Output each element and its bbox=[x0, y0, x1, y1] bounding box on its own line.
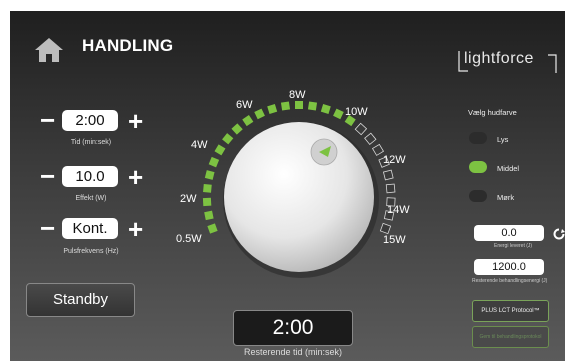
remaining-time-display: 2:00 bbox=[233, 310, 353, 346]
power-segment bbox=[333, 108, 344, 120]
power-segment bbox=[254, 108, 265, 120]
energy-remaining-value: 1200.0 bbox=[474, 259, 544, 275]
power-segment bbox=[204, 170, 215, 180]
power-segment bbox=[307, 101, 318, 111]
skin-color-title: Vælg hudfarve bbox=[468, 108, 517, 117]
skin-option-light-toggle[interactable] bbox=[469, 132, 487, 144]
power-segment bbox=[354, 122, 368, 136]
energy-remaining-caption: Resterende behandlingsenergi (J) bbox=[472, 278, 548, 284]
power-segment bbox=[267, 104, 278, 114]
power-segment bbox=[295, 101, 303, 109]
plus-lct-protocol-button[interactable]: PLUS LCT Protocol™ bbox=[472, 300, 549, 322]
power-segment bbox=[208, 156, 220, 168]
power-segment bbox=[204, 210, 214, 221]
skin-option-medium-toggle[interactable] bbox=[469, 161, 487, 173]
power-segment bbox=[231, 123, 243, 135]
dial-label-0.5W: 0.5W bbox=[176, 233, 202, 245]
dial-label-6W: 6W bbox=[236, 99, 253, 111]
power-segment bbox=[242, 115, 254, 127]
dial-label-14W: 14W bbox=[387, 204, 410, 216]
treatment-screen: HANDLING lightforce − 2:00 + Tid (min:se… bbox=[10, 11, 565, 361]
dial-label-8W: 8W bbox=[289, 89, 306, 101]
save-protocol-button[interactable]: Gem til behandlingsprotokol bbox=[472, 326, 549, 348]
power-segment bbox=[280, 101, 291, 111]
power-segment bbox=[222, 133, 234, 145]
reset-energy-icon[interactable] bbox=[553, 228, 565, 240]
power-segment bbox=[379, 222, 392, 235]
skin-option-light-label: Lys bbox=[497, 135, 509, 144]
energy-delivered-value: 0.0 bbox=[474, 225, 544, 241]
energy-delivered-caption: Energi leveret (J) bbox=[494, 243, 533, 249]
dial-knob[interactable] bbox=[224, 122, 374, 272]
power-segment bbox=[202, 197, 212, 207]
power-segment bbox=[382, 169, 394, 181]
dial-label-10W: 10W bbox=[345, 106, 368, 118]
power-segment bbox=[214, 144, 226, 156]
power-segment bbox=[364, 132, 377, 145]
dial-label-2W: 2W bbox=[180, 193, 197, 205]
skin-option-medium-label: Middel bbox=[497, 164, 520, 173]
dial-label-12W: 12W bbox=[383, 154, 406, 166]
skin-option-dark-toggle[interactable] bbox=[469, 190, 487, 202]
power-segment bbox=[385, 183, 396, 194]
power-segment bbox=[203, 184, 212, 193]
dial-label-15W: 15W bbox=[383, 234, 406, 246]
skin-option-dark-label: Mørk bbox=[497, 193, 515, 202]
dial-label-4W: 4W bbox=[191, 139, 208, 151]
power-segment bbox=[207, 223, 218, 234]
power-segment bbox=[320, 104, 331, 114]
power-segment bbox=[371, 143, 385, 156]
remaining-time-caption: Resterende tid (min:sek) bbox=[243, 347, 343, 357]
